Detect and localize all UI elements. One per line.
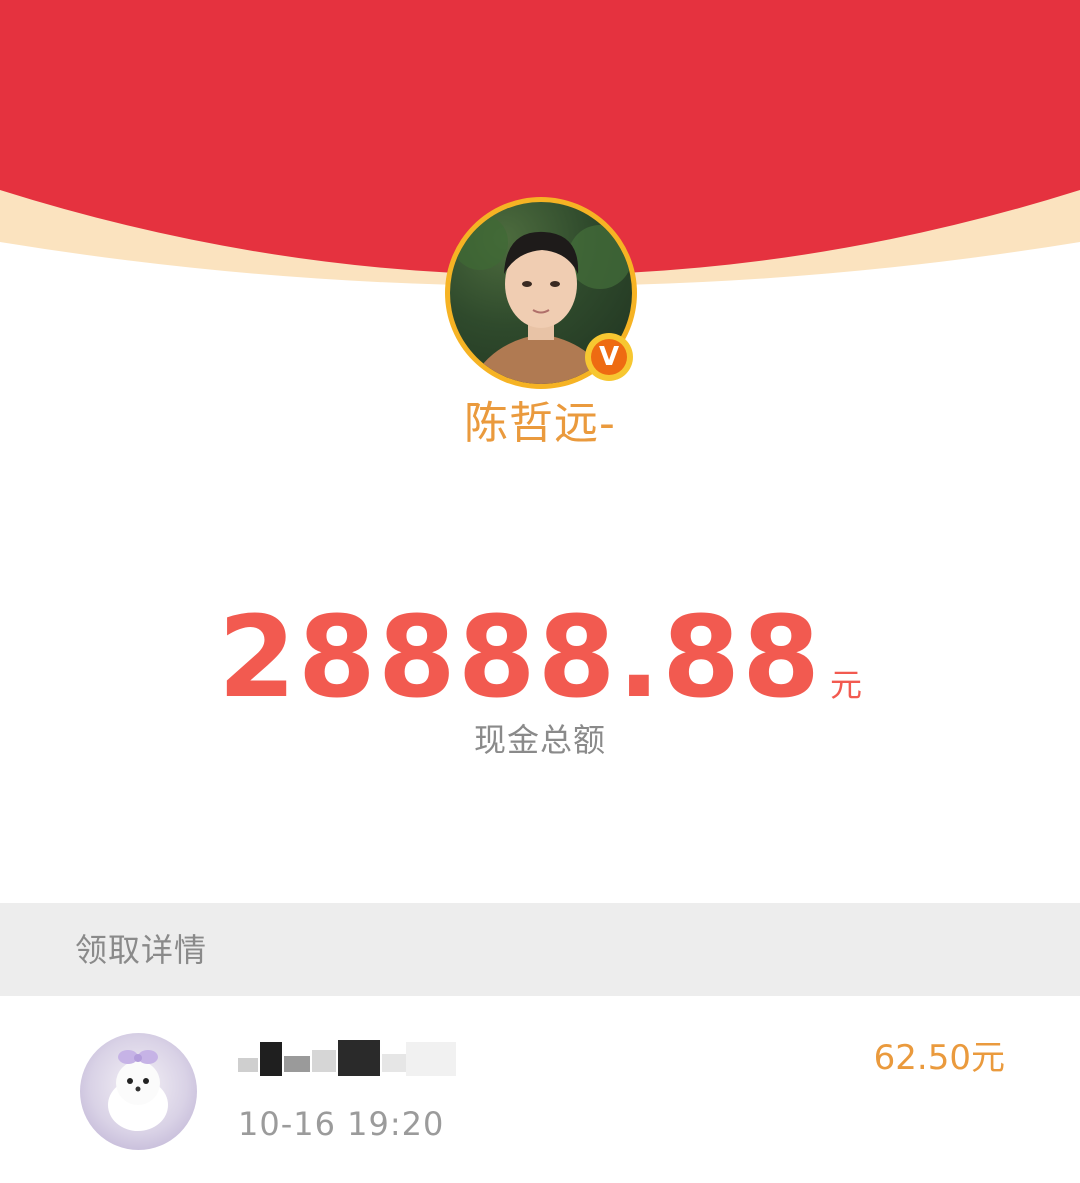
total-amount-value: 28888.88 (217, 593, 823, 723)
total-amount-unit: 元 (830, 666, 863, 704)
total-amount-caption: 现金总额 (473, 721, 606, 759)
claim-time: 10-16 19:20 (238, 1105, 445, 1143)
total-amount: 28888.88 元 (0, 598, 1080, 718)
recipient-avatar[interactable] (80, 1033, 197, 1150)
details-section-title: 领取详情 (75, 931, 208, 969)
sender-name: 陈哲远- (464, 398, 616, 449)
recipient-name-redacted (238, 1036, 488, 1086)
claim-record-row[interactable]: 10-16 19:20 62.50元 (0, 996, 1080, 1183)
verified-badge-icon: V (585, 333, 633, 381)
claim-amount: 62.50元 (873, 1038, 1005, 1078)
details-section-header: 领取详情 (0, 903, 1080, 996)
